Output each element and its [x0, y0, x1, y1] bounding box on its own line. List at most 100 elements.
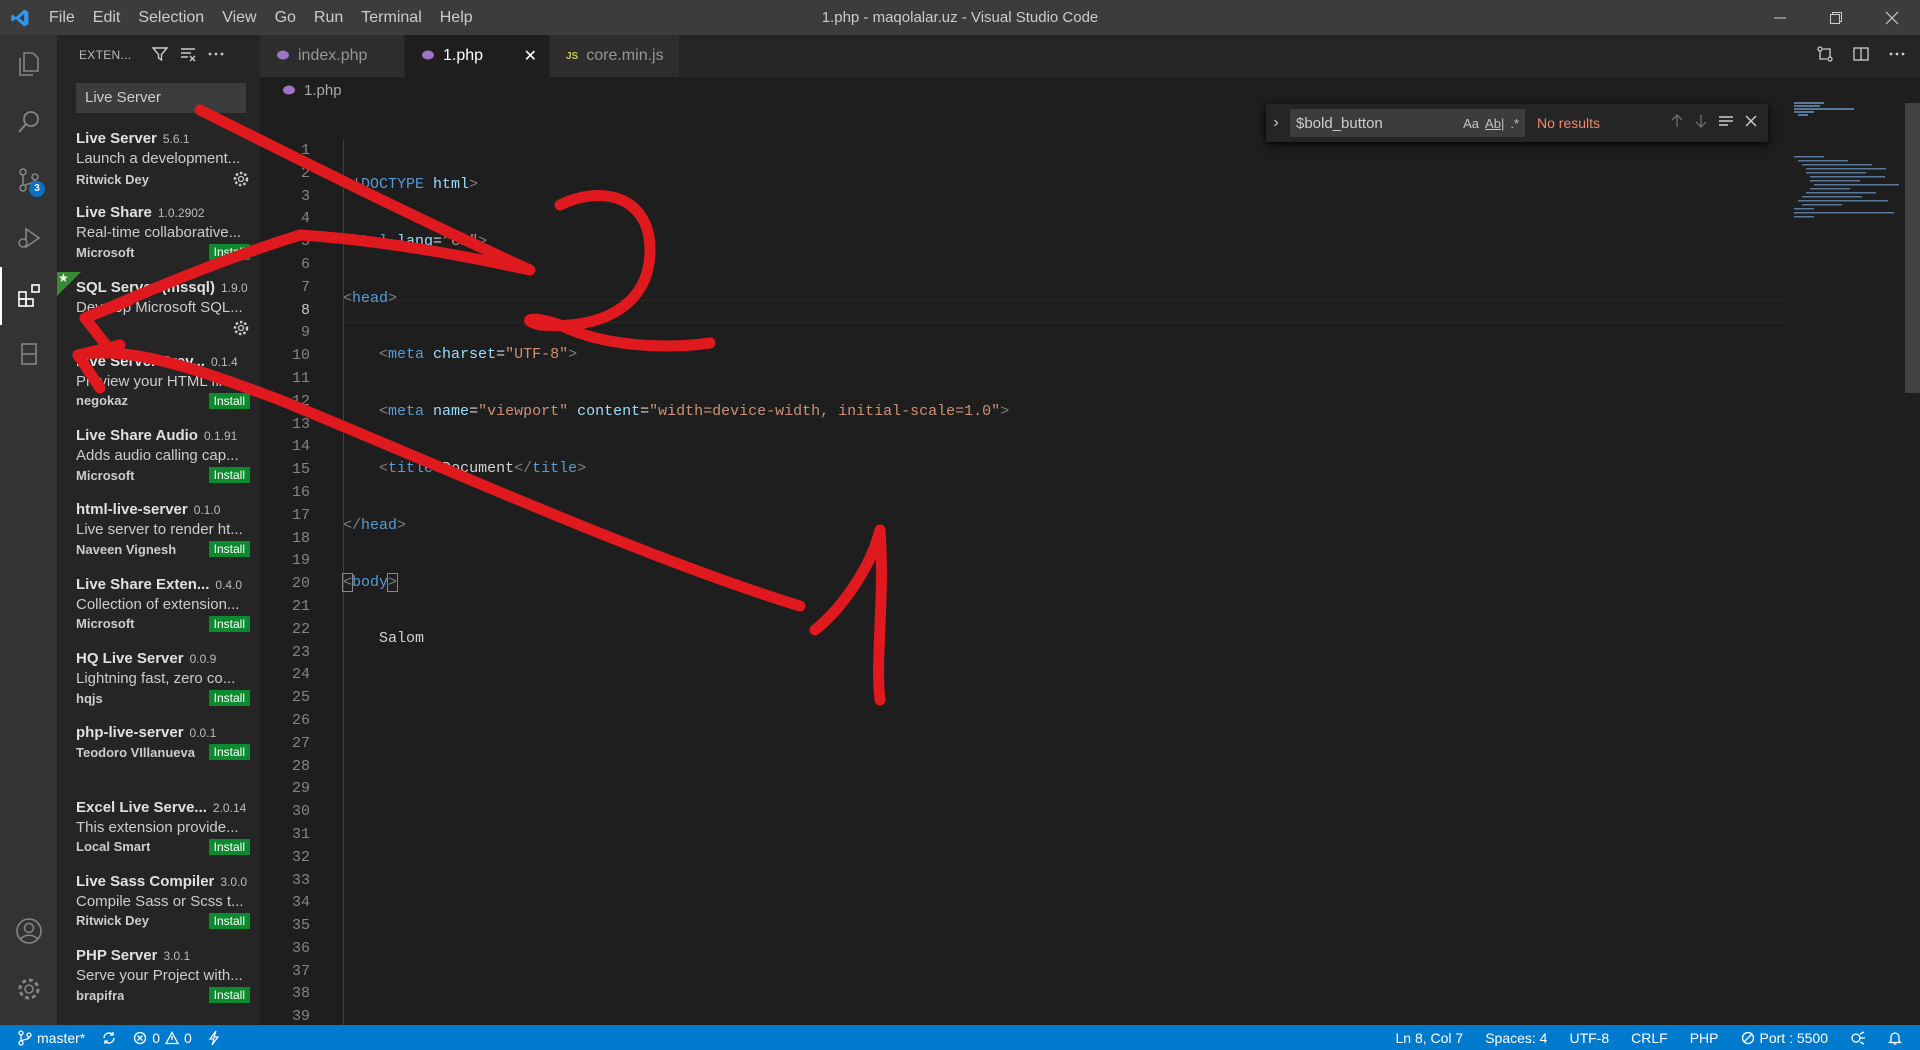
minimize-button[interactable]	[1752, 0, 1808, 35]
install-button[interactable]: Install	[208, 392, 250, 409]
match-whole-word-icon[interactable]: Ab|	[1485, 116, 1504, 131]
live-server-port[interactable]: Port : 5500	[1741, 1030, 1828, 1046]
notifications-bell-icon[interactable]	[1888, 1030, 1902, 1046]
extension-item[interactable]: Live Share Exten... 0.4.0 Collection of ex…	[57, 569, 260, 643]
code-line-4: <meta charset="UTF-8">	[379, 346, 578, 364]
install-button[interactable]: Install	[208, 987, 250, 1004]
previous-match-arrow-up-icon[interactable]	[1670, 113, 1684, 134]
split-editor-icon[interactable]	[1852, 45, 1870, 68]
menu-selection[interactable]: Selection	[129, 0, 213, 35]
line-number: 25	[291, 689, 310, 707]
clear-results-icon[interactable]	[179, 45, 197, 66]
extension-item[interactable]: PHP Server 3.0.1 Serve your Project with..…	[57, 940, 260, 1014]
extension-version: 3.0.1	[163, 949, 191, 964]
manage-gear-icon[interactable]	[232, 170, 250, 188]
line-number: 6	[300, 255, 310, 273]
extension-name: Live Share Audio	[76, 427, 198, 445]
sync-icon[interactable]	[101, 1030, 117, 1046]
extension-item[interactable]: ★ SQL Server (mssql) 1.9.0 Develop Microsof…	[57, 271, 260, 346]
extension-item[interactable]: php-live-server 0.0.1 Teodoro VIllanueva In…	[57, 717, 260, 791]
extension-item[interactable]: Excel Live Serve... 2.0.14 This extension …	[57, 792, 260, 866]
menu-terminal[interactable]: Terminal	[352, 0, 430, 35]
tab-index-php[interactable]: index.php	[260, 35, 405, 77]
extensions-icon[interactable]	[0, 267, 57, 325]
find-input[interactable]: $bold_button Aa Ab| .*	[1290, 109, 1525, 137]
run-debug-icon[interactable]	[0, 209, 57, 267]
close-window-button[interactable]	[1864, 0, 1920, 35]
extensions-sidebar: EXTEN... Live Server Live Server 5.6.1 Lau…	[57, 35, 260, 1025]
menu-run[interactable]: Run	[305, 0, 352, 35]
install-button[interactable]: Install	[208, 467, 250, 484]
vertical-scrollbar[interactable]	[1905, 103, 1920, 393]
extension-item[interactable]: html-live-server 0.1.0 Live server to rend…	[57, 494, 260, 568]
breadcrumb-file[interactable]: 1.php	[304, 82, 342, 99]
next-match-arrow-down-icon[interactable]	[1694, 113, 1708, 134]
line-number: 33	[291, 871, 310, 889]
problems-status[interactable]: 0 0	[133, 1030, 192, 1046]
explorer-files-icon[interactable]	[0, 35, 57, 93]
menu-file[interactable]: File	[40, 0, 84, 35]
match-case-icon[interactable]: Aa	[1463, 116, 1479, 131]
line-number: 8	[300, 301, 310, 319]
close-find-icon[interactable]	[1744, 114, 1758, 133]
menu-view[interactable]: View	[213, 0, 265, 35]
extension-item[interactable]: HQ Live Server 0.0.9 Lightning fast, zero …	[57, 643, 260, 717]
line-number: 24	[291, 666, 310, 684]
install-button[interactable]: Install	[208, 838, 250, 855]
language-mode[interactable]: PHP	[1690, 1030, 1719, 1046]
branch-status[interactable]: master*	[18, 1030, 85, 1046]
extension-publisher: Teodoro VIllanueva	[76, 744, 195, 760]
install-button[interactable]: Install	[208, 244, 250, 261]
minimap[interactable]	[1790, 100, 1905, 300]
tab-1-php[interactable]: 1.php ✕	[405, 35, 550, 77]
encoding[interactable]: UTF-8	[1569, 1030, 1609, 1046]
use-regex-icon[interactable]: .*	[1510, 116, 1519, 131]
close-tab-icon[interactable]: ✕	[524, 46, 537, 66]
sidebar-title: EXTEN...	[79, 48, 132, 62]
indentation[interactable]: Spaces: 4	[1485, 1030, 1547, 1046]
menu-go[interactable]: Go	[266, 0, 305, 35]
more-actions-icon[interactable]	[207, 45, 225, 66]
extension-publisher: Microsoft	[76, 616, 135, 632]
more-actions-icon[interactable]	[1888, 45, 1906, 68]
menu-help[interactable]: Help	[431, 0, 482, 35]
search-icon[interactable]	[0, 93, 57, 151]
extension-item[interactable]: Live Server Prev... 0.1.4 Preview your HTM…	[57, 346, 260, 420]
install-button[interactable]: Install	[208, 690, 250, 707]
settings-gear-icon[interactable]	[0, 960, 57, 1018]
accounts-icon[interactable]	[0, 902, 57, 960]
open-changes-icon[interactable]	[1816, 45, 1834, 68]
lightning-bolt-icon[interactable]	[208, 1030, 220, 1046]
remote-explorer-icon[interactable]	[0, 325, 57, 383]
line-number: 27	[291, 734, 310, 752]
warning-count: 0	[184, 1029, 192, 1046]
extension-publisher: brapifra	[76, 987, 125, 1003]
toggle-replace-chevron-icon[interactable]: ›	[1266, 114, 1286, 132]
install-button[interactable]: Install	[208, 615, 250, 632]
restore-button[interactable]	[1808, 0, 1864, 35]
end-of-line[interactable]: CRLF	[1631, 1030, 1668, 1046]
extension-item[interactable]: Live Server 5.6.1 Launch a development... R…	[57, 123, 260, 197]
install-button[interactable]: Install	[208, 912, 250, 929]
install-button[interactable]: Install	[208, 744, 250, 761]
find-in-selection-icon[interactable]	[1718, 113, 1734, 134]
extension-item[interactable]: Live Share 1.0.2902 Real-time collaborativ…	[57, 197, 260, 271]
menu-edit[interactable]: Edit	[84, 0, 130, 35]
tab-core-min-js[interactable]: JS core.min.js	[550, 35, 680, 77]
extension-description: This extension provide...	[76, 818, 239, 836]
install-button[interactable]: Install	[208, 541, 250, 558]
menu-bar: File Edit Selection View Go Run Terminal…	[40, 0, 482, 35]
extension-item[interactable]: Live Sass Compiler 3.0.0 Compile Sass or S…	[57, 866, 260, 940]
code-editor[interactable]: <!DOCTYPE html> <html lang="en"> <head> …	[341, 140, 1009, 685]
feedback-icon[interactable]	[1850, 1030, 1866, 1046]
manage-gear-icon[interactable]	[232, 319, 250, 337]
extension-item[interactable]: Live Share Audio 0.1.91 Adds audio calling…	[57, 420, 260, 494]
status-bar: master* 0 0 Ln 8, Col 7 Spaces: 4 UTF-8 …	[0, 1025, 1920, 1050]
source-control-icon[interactable]: 3	[0, 151, 57, 209]
extension-search-input[interactable]: Live Server	[76, 83, 246, 113]
extension-description: Real-time collaborative...	[76, 224, 242, 242]
filter-icon[interactable]	[151, 45, 169, 66]
line-number: 32	[291, 848, 310, 866]
line-number: 10	[291, 347, 310, 365]
cursor-position[interactable]: Ln 8, Col 7	[1395, 1030, 1463, 1046]
